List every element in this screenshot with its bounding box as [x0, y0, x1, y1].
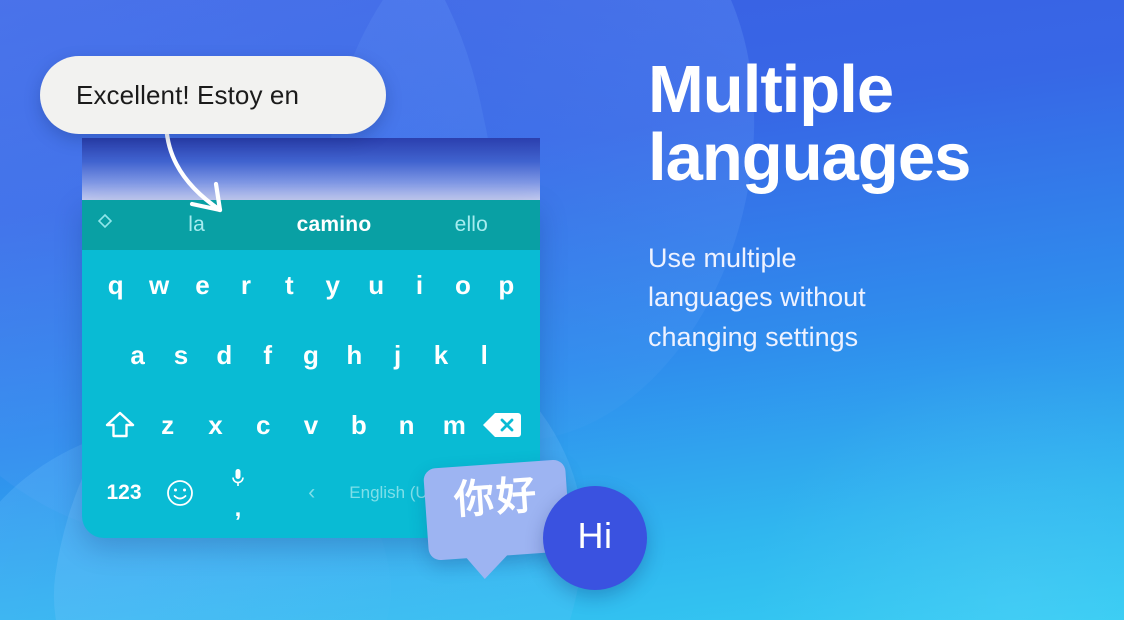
- promo-banner: la camino ello q w e r t y u i o p a s d…: [0, 0, 1124, 620]
- key-w[interactable]: w: [137, 272, 180, 298]
- key-u[interactable]: u: [354, 272, 397, 298]
- key-h[interactable]: h: [333, 342, 376, 368]
- marketing-copy: Multiple languages Use multiple language…: [648, 52, 1068, 358]
- key-m[interactable]: m: [430, 412, 478, 438]
- chat-bubble-chinese-tail: [465, 553, 511, 581]
- key-y[interactable]: y: [311, 272, 354, 298]
- key-j[interactable]: j: [376, 342, 419, 368]
- suggestion-bar: la camino ello: [82, 200, 540, 250]
- keyboard-row-1: q w e r t y u i o p: [82, 250, 540, 320]
- tooltip-text: Excellent! Estoy en: [76, 79, 300, 110]
- mic-comma-key[interactable]: ,: [208, 460, 268, 526]
- key-b[interactable]: b: [335, 412, 383, 438]
- numbers-key[interactable]: 123: [96, 481, 152, 505]
- key-c[interactable]: c: [239, 412, 287, 438]
- suggestion-word-2[interactable]: camino: [265, 213, 402, 237]
- key-a[interactable]: a: [116, 342, 159, 368]
- key-l[interactable]: l: [463, 342, 506, 368]
- page-subtitle: Use multiple languages without changing …: [648, 242, 866, 353]
- key-n[interactable]: n: [383, 412, 431, 438]
- smiley-icon[interactable]: [152, 479, 208, 507]
- prev-language-icon[interactable]: ‹: [308, 481, 315, 505]
- key-p[interactable]: p: [485, 272, 528, 298]
- key-d[interactable]: d: [203, 342, 246, 368]
- key-x[interactable]: x: [192, 412, 240, 438]
- key-q[interactable]: q: [94, 272, 137, 298]
- keyboard-row-3: z x c v b n m: [82, 390, 540, 460]
- key-f[interactable]: f: [246, 342, 289, 368]
- microphone-icon: [231, 468, 245, 495]
- key-o[interactable]: o: [441, 272, 484, 298]
- backspace-icon[interactable]: [478, 411, 526, 439]
- chat-bubble-english: Hi: [543, 486, 647, 590]
- shift-up-arrow-icon[interactable]: [96, 410, 144, 440]
- suggestion-word-3[interactable]: ello: [403, 213, 540, 237]
- background-blob-e: [754, 360, 1124, 620]
- comma-key-label: ,: [234, 495, 242, 522]
- key-e[interactable]: e: [181, 272, 224, 298]
- keyboard-row-2: a s d f g h j k l: [82, 320, 540, 390]
- key-i[interactable]: i: [398, 272, 441, 298]
- phone-screen-area: [82, 138, 540, 200]
- suggestion-word-1[interactable]: la: [128, 213, 265, 237]
- key-k[interactable]: k: [419, 342, 462, 368]
- key-g[interactable]: g: [289, 342, 332, 368]
- page-title: Multiple languages: [648, 52, 971, 196]
- tooltip-bubble: Excellent! Estoy en: [40, 56, 386, 134]
- key-t[interactable]: t: [268, 272, 311, 298]
- key-v[interactable]: v: [287, 412, 335, 438]
- key-s[interactable]: s: [159, 342, 202, 368]
- chat-bubble-english-text: Hi: [577, 515, 613, 556]
- chevron-expand-icon[interactable]: [82, 213, 128, 237]
- key-z[interactable]: z: [144, 412, 192, 438]
- key-r[interactable]: r: [224, 272, 267, 298]
